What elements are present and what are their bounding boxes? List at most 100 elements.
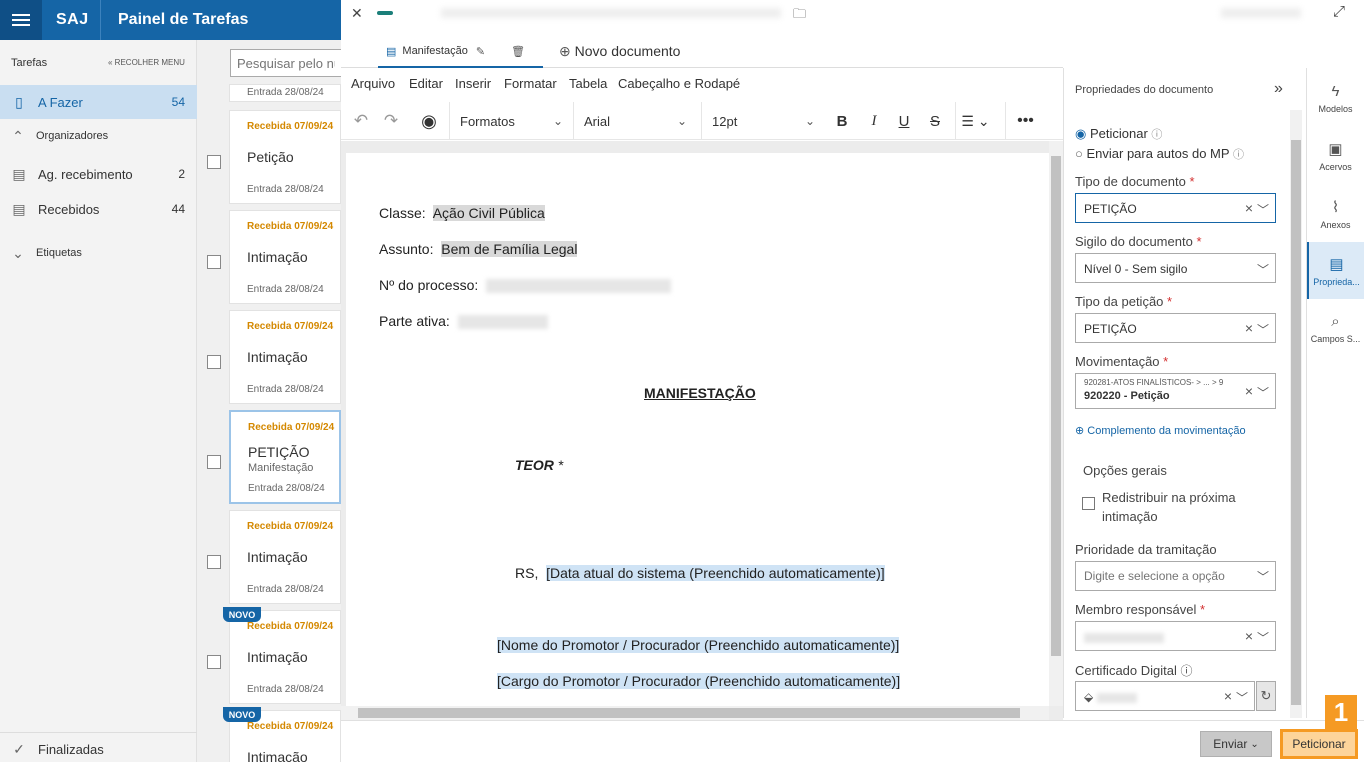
chevron-down-icon[interactable]: ﹀ xyxy=(1236,689,1248,706)
menu-inserir[interactable]: Inserir xyxy=(455,76,491,91)
task-card-selected[interactable]: Recebida 07/09/24 PETIÇÃO Manifestação E… xyxy=(229,410,341,504)
task-card[interactable]: Recebida 07/09/24 Intimação Entrada 28/0… xyxy=(229,610,341,704)
redistribuir-checkbox[interactable] xyxy=(1082,497,1095,510)
font-size-dropdown[interactable]: 12pt ⌄ xyxy=(701,102,825,140)
refresh-icon[interactable]: ↻ xyxy=(1256,681,1276,711)
help-icon[interactable]: ⓘ xyxy=(1181,664,1193,678)
clear-icon[interactable]: × xyxy=(1224,688,1232,704)
task-checkbox[interactable] xyxy=(207,455,221,469)
required-mark: * xyxy=(1189,174,1195,189)
scrollbar-thumb[interactable] xyxy=(1051,156,1061,656)
task-card[interactable]: Recebida 07/09/24 Intimação Entrada 28/0… xyxy=(229,510,341,604)
doc-rs-label: RS, xyxy=(515,565,539,581)
scrollbar-thumb[interactable] xyxy=(1291,140,1301,705)
task-checkbox[interactable] xyxy=(207,555,221,569)
chevron-down-icon[interactable]: ﹀ xyxy=(1257,568,1269,585)
bold-icon[interactable]: B xyxy=(831,102,853,140)
document-tabs: ▤ Manifestação ✎ 🗑 ⊕ Novo documento xyxy=(341,36,1063,68)
sidebar-group-organizadores[interactable]: ⌃ Organizadores xyxy=(0,119,197,153)
sidebar-item-recebidos[interactable]: ▤ Recebidos 44 xyxy=(0,192,197,226)
font-dropdown[interactable]: Arial ⌄ xyxy=(573,102,697,140)
new-document-button[interactable]: ⊕ Novo documento xyxy=(559,43,680,60)
underline-icon[interactable]: U xyxy=(893,102,915,140)
document-page[interactable]: Classe: Ação Civil Pública Assunto: Bem … xyxy=(346,153,1049,706)
doc-field-label: Parte ativa: xyxy=(379,313,450,329)
formats-dropdown[interactable]: Formatos ⌄ xyxy=(449,102,573,140)
doc-parte-line: Parte ativa: xyxy=(379,313,548,330)
task-card[interactable]: Recebida 07/09/24 Intimação Entrada 28/0… xyxy=(229,210,341,304)
task-checkbox[interactable] xyxy=(207,255,221,269)
folder-icon[interactable]: 🗀 xyxy=(793,5,806,27)
task-checkbox[interactable] xyxy=(207,155,221,169)
redo-icon[interactable]: ↷ xyxy=(379,102,403,140)
task-card[interactable]: Recebida 07/09/24 Intimação Entrada 28/0… xyxy=(229,310,341,404)
prioridade-input[interactable] xyxy=(1075,561,1276,591)
task-checkbox[interactable] xyxy=(207,355,221,369)
collapse-menu-button[interactable]: « RECOLHER MENU xyxy=(108,58,185,67)
undo-icon[interactable]: ↶ xyxy=(349,102,373,140)
tipo-documento-select[interactable]: PETIÇÃO × ﹀ xyxy=(1075,193,1276,223)
strikethrough-icon[interactable]: S xyxy=(924,102,946,140)
clear-icon[interactable]: × xyxy=(1245,383,1253,399)
menu-cabecalho-rodape[interactable]: Cabeçalho e Rodapé xyxy=(618,76,740,91)
menu-arquivo[interactable]: Arquivo xyxy=(351,76,395,91)
required-mark: * xyxy=(1167,294,1173,309)
clear-icon[interactable]: × xyxy=(1245,320,1253,336)
task-entry-date: Entrada 28/08/24 xyxy=(247,284,324,295)
membro-select[interactable]: × ﹀ xyxy=(1075,621,1276,651)
movimentacao-select[interactable]: 920281-ATOS FINALÍSTICOS- > ... > 9 9202… xyxy=(1075,373,1276,409)
hamburger-menu-icon[interactable] xyxy=(0,0,42,40)
header-divider xyxy=(100,0,101,40)
doc-processo-line: Nº do processo: xyxy=(379,277,672,294)
tab-manifestacao[interactable]: ▤ Manifestação ✎ 🗑 xyxy=(378,36,543,68)
doc-name-placeholder: [Nome do Promotor / Procurador (Preenchi… xyxy=(497,637,900,653)
tipo-peticao-select[interactable]: PETIÇÃO × ﹀ xyxy=(1075,313,1276,343)
task-card-partial[interactable]: Entrada 28/08/24 xyxy=(229,84,341,102)
task-checkbox[interactable] xyxy=(207,655,221,669)
rail-modelos[interactable]: ϟ Modelos xyxy=(1307,70,1364,127)
chevron-down-icon: ⌄ xyxy=(12,244,24,261)
task-card[interactable]: Recebida 07/09/24 Petição Entrada 28/08/… xyxy=(229,110,341,204)
clear-icon[interactable]: × xyxy=(1245,628,1253,644)
sigilo-select[interactable]: Nível 0 - Sem sigilo ﹀ xyxy=(1075,253,1276,283)
edit-pencil-icon[interactable]: ✎ xyxy=(476,45,485,58)
chevron-down-icon[interactable]: ﹀ xyxy=(1257,384,1269,401)
collapse-panel-icon[interactable]: » xyxy=(1274,80,1283,98)
peticionar-button[interactable]: Peticionar xyxy=(1280,729,1358,759)
rail-anexos[interactable]: ⌇ Anexos xyxy=(1307,185,1364,242)
clear-icon[interactable]: × xyxy=(1245,200,1253,216)
expand-icon[interactable]: ⤢ xyxy=(1333,3,1345,20)
chevron-down-icon[interactable]: ﹀ xyxy=(1257,629,1269,646)
editor-toolbar: ↶ ↷ ◉ Formatos ⌄ Arial ⌄ 12pt ⌄ B I U S ☰ ⌄… xyxy=(341,102,1063,140)
sidebar-group-etiquetas[interactable]: ⌄ Etiquetas xyxy=(0,236,197,270)
rail-acervos[interactable]: ▣ Acervos xyxy=(1307,127,1364,184)
chevron-down-icon[interactable]: ﹀ xyxy=(1257,201,1269,218)
lightning-icon: ϟ xyxy=(1331,83,1340,100)
close-icon[interactable]: ✕ xyxy=(351,5,363,22)
sidebar-item-ag-recebimento[interactable]: ▤ Ag. recebimento 2 xyxy=(0,157,197,191)
task-search-input[interactable] xyxy=(230,49,342,77)
menu-tabela[interactable]: Tabela xyxy=(569,76,607,91)
radio-enviar-autos[interactable]: ○ Enviar para autos do MP ⓘ xyxy=(1075,146,1244,162)
menu-formatar[interactable]: Formatar xyxy=(504,76,557,91)
document-icon: ▤ xyxy=(386,45,397,58)
radio-peticionar[interactable]: ◉ Peticionar ⓘ xyxy=(1075,126,1162,142)
rail-propriedades[interactable]: ▤ Proprieda... xyxy=(1307,242,1364,299)
rail-campos[interactable]: ⌕ Campos S... xyxy=(1307,300,1364,357)
chevron-down-icon[interactable]: ﹀ xyxy=(1257,261,1269,278)
align-icon[interactable]: ☰ ⌄ xyxy=(955,102,995,140)
italic-icon[interactable]: I xyxy=(863,102,885,140)
sidebar-item-afazer[interactable]: ▯ A Fazer 54 xyxy=(0,85,197,119)
more-options-icon[interactable]: ••• xyxy=(1005,102,1045,140)
menu-editar[interactable]: Editar xyxy=(409,76,443,91)
certificado-select[interactable]: ⬙ × ﹀ xyxy=(1075,681,1255,711)
enviar-button[interactable]: Enviar ⌄ xyxy=(1200,731,1272,757)
sidebar-item-finalizadas[interactable]: ✓ Finalizadas xyxy=(0,732,197,762)
select-value: PETIÇÃO xyxy=(1084,202,1137,216)
scrollbar-thumb[interactable] xyxy=(358,708,1020,718)
chevron-down-icon[interactable]: ﹀ xyxy=(1257,321,1269,338)
preview-eye-icon[interactable]: ◉ xyxy=(415,102,443,140)
complemento-link[interactable]: ⊕ Complemento da movimentação xyxy=(1075,424,1246,437)
certificado-label: Certificado Digital ⓘ xyxy=(1075,662,1193,679)
trash-icon[interactable]: 🗑 xyxy=(511,45,525,58)
